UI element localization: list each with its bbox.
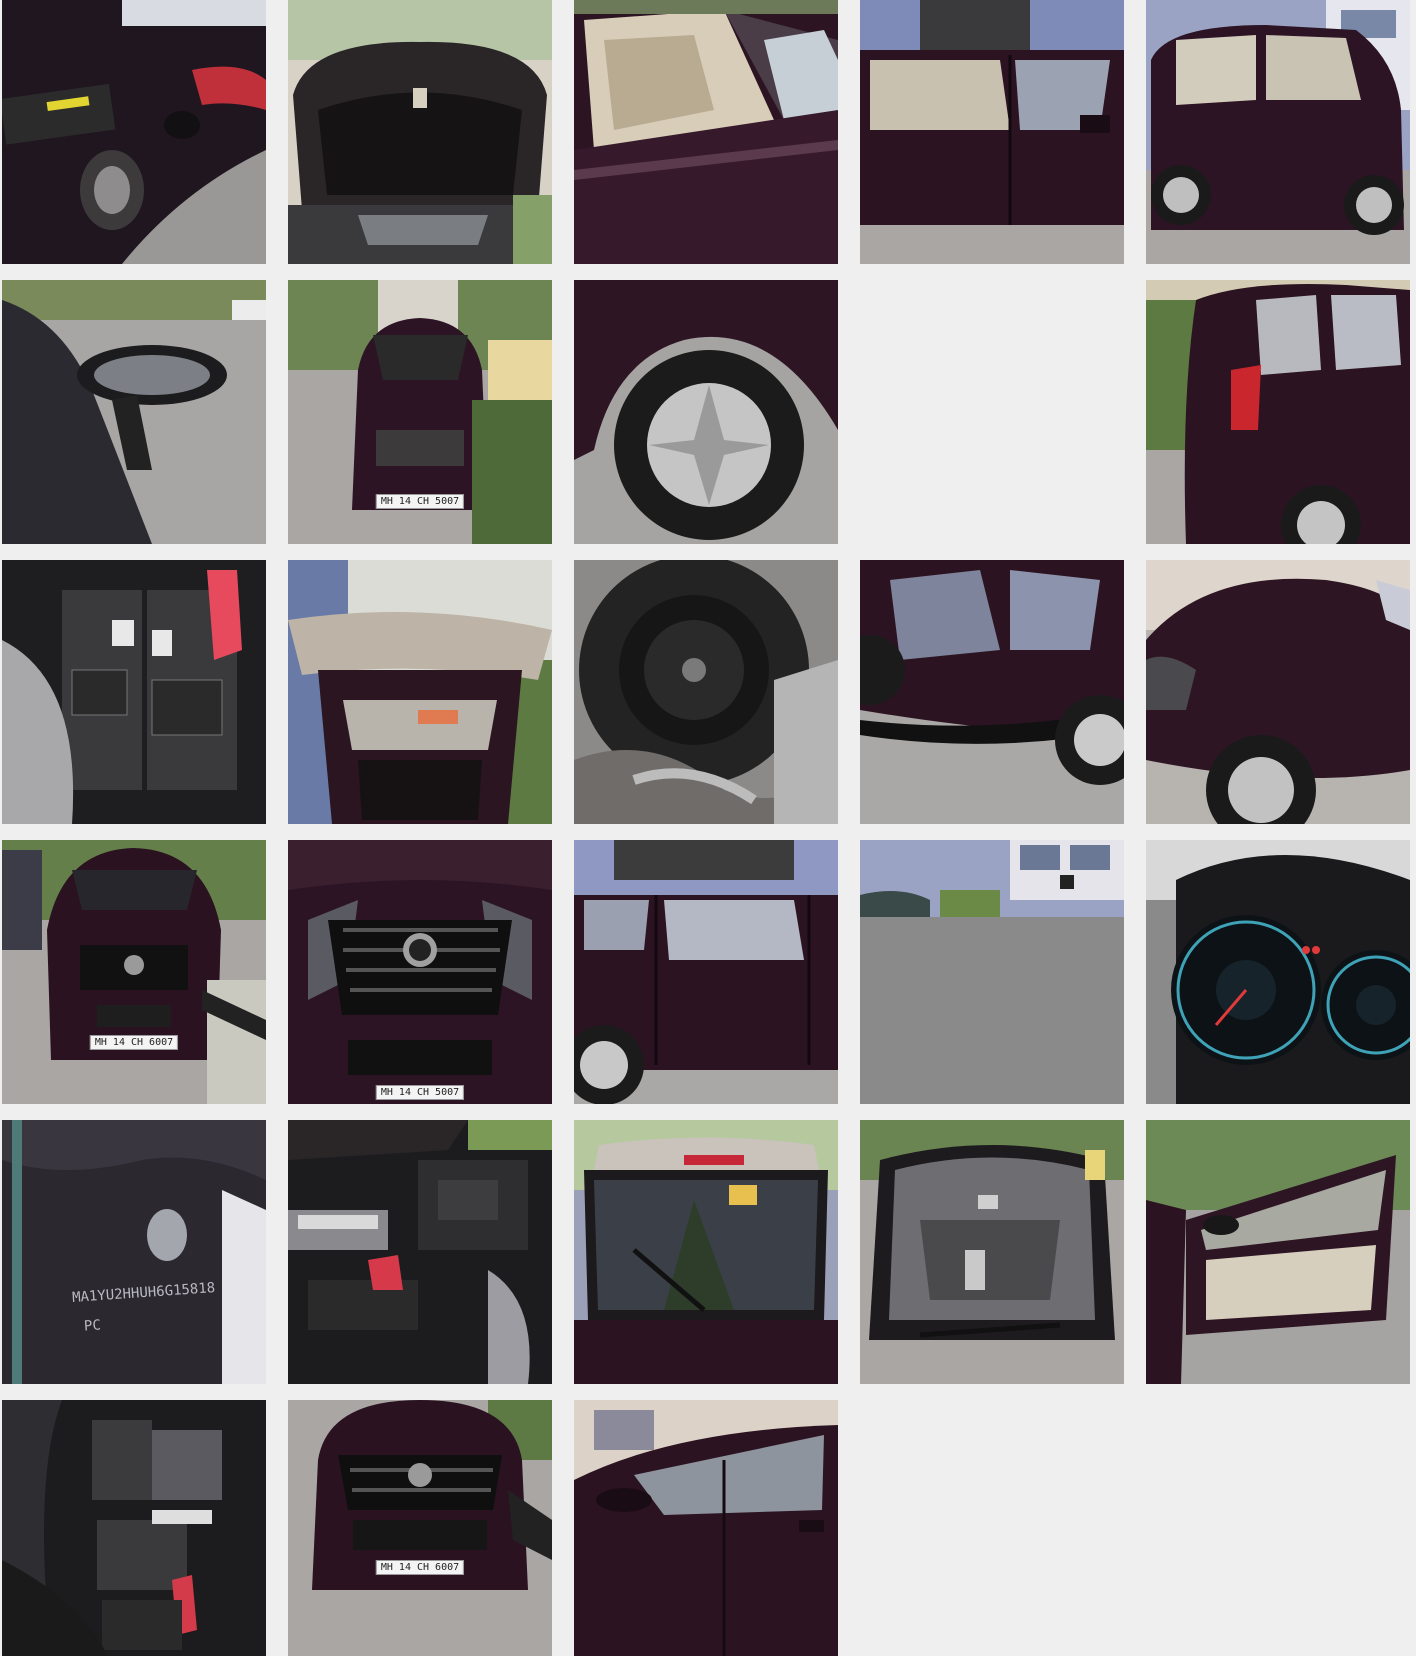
photo-battery[interactable] xyxy=(2,560,266,824)
photo-rear-quarter-image xyxy=(1146,280,1410,544)
photo-door-open[interactable] xyxy=(1146,1120,1410,1384)
photo-front-wheel[interactable] xyxy=(574,280,838,544)
photo-gallery: MH 14 CH 5007 MH 14 CH 6007 MH 14 CH 500… xyxy=(0,0,1416,1656)
license-plate: MH 14 CH 5007 xyxy=(375,494,465,509)
photo-door-open-image xyxy=(1146,1120,1410,1384)
photo-rear-quarter[interactable] xyxy=(1146,280,1410,544)
photo-instrument-cluster-image xyxy=(1146,840,1410,1104)
photo-side-view[interactable] xyxy=(1146,0,1410,264)
license-plate: MH 14 CH 6007 xyxy=(375,1560,465,1575)
photo-instrument-cluster[interactable] xyxy=(1146,840,1410,1104)
photo-side-view-image xyxy=(1146,0,1410,264)
photo-front-windshield-image xyxy=(860,1120,1124,1384)
photo-empty-slot[interactable] xyxy=(860,280,1124,544)
photo-chassis-number-image xyxy=(2,1120,266,1384)
photo-front-fender-image xyxy=(1146,560,1410,824)
chassis-number-suffix: PC xyxy=(83,1317,102,1335)
photo-chassis-number[interactable]: MA1YU2HHUH6G15818 PC xyxy=(2,1120,266,1384)
photo-spare-wheel[interactable] xyxy=(574,560,838,824)
photo-front-windshield[interactable] xyxy=(860,1120,1124,1384)
photo-wing-mirror-image xyxy=(2,280,266,544)
photo-rear-door[interactable] xyxy=(574,840,838,1104)
photo-rear-windshield[interactable] xyxy=(574,1120,838,1384)
photo-front-view-3[interactable]: MH 14 CH 6007 xyxy=(288,1400,552,1656)
photo-tailgate-open-image xyxy=(288,560,552,824)
photo-rear-windshield-image xyxy=(574,1120,838,1384)
photo-front-door-image xyxy=(574,1400,838,1656)
photo-front-door[interactable] xyxy=(574,1400,838,1656)
photo-front-fender[interactable] xyxy=(1146,560,1410,824)
license-plate: MH 14 CH 5007 xyxy=(375,1085,465,1100)
photo-fuel-lid[interactable] xyxy=(2,0,266,264)
photo-tailgate-open[interactable] xyxy=(288,560,552,824)
photo-battery-image xyxy=(2,560,266,824)
photo-front-view-1[interactable]: MH 14 CH 5007 xyxy=(288,280,552,544)
photo-side-panel[interactable] xyxy=(860,560,1124,824)
license-plate: MH 14 CH 6007 xyxy=(89,1035,179,1050)
photo-grille-image xyxy=(288,840,552,1104)
photo-fuel-lid-image xyxy=(2,0,266,264)
photo-spare-wheel-image xyxy=(574,560,838,824)
photo-side-doors[interactable] xyxy=(860,0,1124,264)
photo-front-view-2-image xyxy=(2,840,266,1104)
photo-bonnet-underside[interactable] xyxy=(288,0,552,264)
photo-partial-image[interactable] xyxy=(860,840,1124,1104)
photo-engine-bay[interactable] xyxy=(288,1120,552,1384)
photo-front-door-mirror[interactable] xyxy=(574,0,838,264)
photo-engine-bay-image xyxy=(288,1120,552,1384)
photo-wing-mirror[interactable] xyxy=(2,280,266,544)
photo-engine-closeup-image xyxy=(2,1400,266,1656)
photo-grille[interactable]: MH 14 CH 5007 xyxy=(288,840,552,1104)
photo-front-view-2[interactable]: MH 14 CH 6007 xyxy=(2,840,266,1104)
photo-engine-closeup[interactable] xyxy=(2,1400,266,1656)
photo-front-wheel-image xyxy=(574,280,838,544)
photo-side-doors-image xyxy=(860,0,1124,264)
image-placeholder-area xyxy=(860,917,1124,1104)
photo-rear-door-image xyxy=(574,840,838,1104)
photo-front-door-mirror-image xyxy=(574,0,838,264)
photo-bonnet-underside-image xyxy=(288,0,552,264)
photo-side-panel-image xyxy=(860,560,1124,824)
photo-front-view-3-image xyxy=(288,1400,552,1656)
